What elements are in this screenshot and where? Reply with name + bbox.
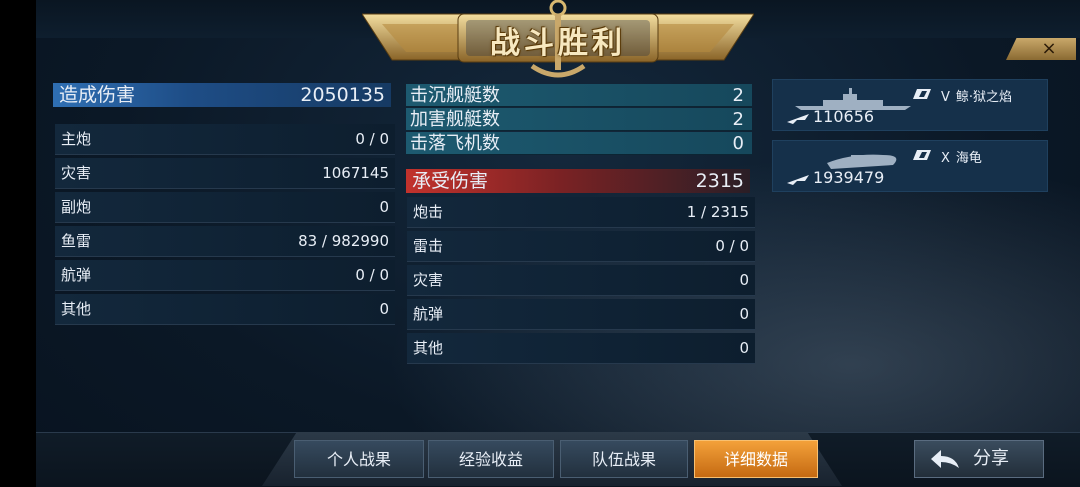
- damage-value: 1939479: [813, 168, 885, 187]
- enemy-ship-tag: X 海龟: [941, 147, 982, 166]
- tab-detailed-data[interactable]: 详细数据: [694, 440, 818, 478]
- damage-dealt-total: 2050135: [300, 84, 385, 106]
- row-value: 0: [379, 300, 389, 318]
- ship-tier: V: [941, 90, 950, 105]
- row-label: 航弹: [61, 266, 92, 284]
- ship-name: 海龟: [955, 151, 982, 166]
- kill-stat-value: 2: [732, 85, 744, 106]
- kill-stat-row: 击沉舰艇数 2: [406, 84, 752, 107]
- damage-value: 110656: [813, 107, 875, 126]
- row-value: 1 / 2315: [686, 203, 749, 221]
- row-label: 其他: [61, 300, 92, 318]
- close-button[interactable]: ×: [1006, 38, 1076, 60]
- row-value: 0 / 0: [715, 237, 749, 255]
- damage-taken-label: 承受伤害: [412, 170, 489, 192]
- tab-personal-results[interactable]: 个人战果: [294, 440, 424, 478]
- kill-stat-label: 加害舰艇数: [410, 109, 500, 130]
- kill-stat-label: 击落飞机数: [410, 133, 500, 154]
- ship-name: 鲸·狱之焰: [955, 90, 1013, 105]
- ship-class-icon: [913, 89, 931, 99]
- row-label: 炮击: [413, 203, 444, 221]
- damage-dealt-row: 其他 0: [55, 294, 395, 325]
- enemy-ship-card[interactable]: X 海龟 1939479: [772, 140, 1048, 192]
- row-value: 0: [739, 305, 749, 323]
- damage-dealt-row: 航弹 0 / 0: [55, 260, 395, 291]
- share-label: 分享: [973, 448, 1009, 469]
- plane-icon: [787, 174, 809, 185]
- enemy-ship-tag: V 鲸·狱之焰: [941, 86, 1012, 105]
- share-arrow-icon: [931, 450, 959, 468]
- row-value: 0 / 0: [355, 130, 389, 148]
- damage-taken-row: 炮击 1 / 2315: [407, 197, 755, 228]
- damage-taken-row: 其他 0: [407, 333, 755, 364]
- row-value: 1067145: [322, 164, 389, 182]
- damage-dealt-label: 造成伤害: [59, 84, 136, 106]
- damage-dealt-row: 副炮 0: [55, 192, 395, 223]
- kill-stat-row: 击落飞机数 0: [406, 132, 752, 155]
- damage-taken-header: 承受伤害 2315: [406, 169, 750, 193]
- damage-dealt-row: 灾害 1067145: [55, 158, 395, 189]
- row-value: 0 / 0: [355, 266, 389, 284]
- row-label: 灾害: [413, 271, 444, 289]
- damage-taken-row: 航弹 0: [407, 299, 755, 330]
- row-value: 83 / 982990: [298, 232, 389, 250]
- plane-icon: [787, 113, 809, 124]
- enemy-ship-damage: 110656: [787, 107, 874, 126]
- damage-taken-row: 雷击 0 / 0: [407, 231, 755, 262]
- row-label: 雷击: [413, 237, 444, 255]
- row-label: 其他: [413, 339, 444, 357]
- close-icon: ×: [1041, 38, 1057, 59]
- row-value: 0: [739, 271, 749, 289]
- enemy-ship-card[interactable]: V 鲸·狱之焰 110656: [772, 79, 1048, 131]
- damage-dealt-header: 造成伤害 2050135: [53, 83, 391, 107]
- damage-dealt-row: 主炮 0 / 0: [55, 124, 395, 155]
- kill-stat-value: 0: [732, 133, 744, 154]
- kill-stat-value: 2: [732, 109, 744, 130]
- tab-experience-gain[interactable]: 经验收益: [428, 440, 554, 478]
- row-value: 0: [739, 339, 749, 357]
- ship-tier: X: [941, 151, 950, 166]
- tab-team-results[interactable]: 队伍战果: [560, 440, 688, 478]
- victory-emblem: 战斗胜利: [362, 0, 754, 80]
- row-label: 灾害: [61, 164, 92, 182]
- battle-result-title: 战斗胜利: [490, 26, 626, 61]
- row-label: 鱼雷: [61, 232, 92, 250]
- enemy-ship-damage: 1939479: [787, 168, 884, 187]
- damage-taken-total: 2315: [695, 170, 744, 192]
- damage-dealt-row: 鱼雷 83 / 982990: [55, 226, 395, 257]
- row-label: 主炮: [61, 130, 92, 148]
- kill-stat-label: 击沉舰艇数: [410, 85, 500, 106]
- row-label: 副炮: [61, 198, 92, 216]
- damage-taken-row: 灾害 0: [407, 265, 755, 296]
- row-value: 0: [379, 198, 389, 216]
- row-label: 航弹: [413, 305, 444, 323]
- ship-class-icon: [913, 150, 931, 160]
- kill-stat-row: 加害舰艇数 2: [406, 108, 752, 131]
- share-button[interactable]: 分享: [914, 440, 1044, 478]
